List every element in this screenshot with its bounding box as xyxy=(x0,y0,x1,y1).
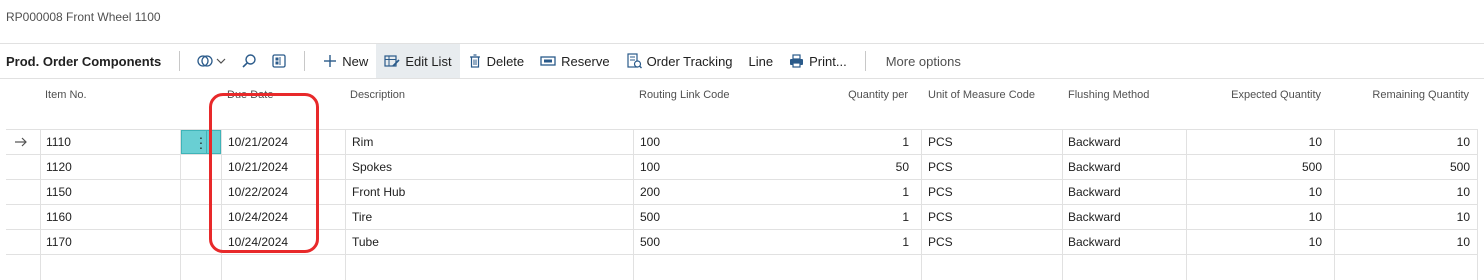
new-button[interactable]: New xyxy=(315,44,376,78)
more-vertical-icon: · · · xyxy=(198,129,204,155)
item-no-cell[interactable]: 1110 xyxy=(46,130,71,155)
column-header-routing-link-code[interactable]: Routing Link Code xyxy=(639,89,730,101)
page-title: RP000008 Front Wheel 1100 xyxy=(6,10,161,24)
reserve-button[interactable]: Reserve xyxy=(532,44,617,78)
due-date-cell[interactable]: 10/24/2024 xyxy=(228,230,288,255)
row-actions-button[interactable]: · · · xyxy=(181,130,221,154)
expected-quantity-cell[interactable]: 500 xyxy=(1236,155,1322,180)
item-no-cell[interactable]: 1170 xyxy=(46,230,72,255)
printer-icon xyxy=(790,54,804,68)
column-header-description[interactable]: Description xyxy=(350,89,405,101)
expected-quantity-cell[interactable]: 10 xyxy=(1236,130,1322,155)
column-header-flushing-method[interactable]: Flushing Method xyxy=(1068,89,1149,101)
due-date-cell[interactable]: 10/21/2024 xyxy=(228,130,288,155)
expected-quantity-cell[interactable]: 10 xyxy=(1236,230,1322,255)
edit-list-button-label: Edit List xyxy=(405,53,452,69)
due-date-cell[interactable]: 10/22/2024 xyxy=(228,180,288,205)
quantity-per-cell[interactable]: 50 xyxy=(846,155,909,180)
edit-list-icon xyxy=(384,55,400,67)
page: RP000008 Front Wheel 1100 Prod. Order Co… xyxy=(0,0,1484,280)
flushing-method-cell[interactable]: Backward xyxy=(1068,180,1121,205)
uom-code-cell[interactable]: PCS xyxy=(928,205,953,230)
column-header-item-no[interactable]: Item No. xyxy=(45,89,87,101)
view-icon xyxy=(197,55,226,67)
uom-code-cell[interactable]: PCS xyxy=(928,180,953,205)
description-cell[interactable]: Tube xyxy=(352,230,379,255)
remaining-quantity-cell[interactable]: 10 xyxy=(1386,180,1470,205)
routing-link-code-cell[interactable]: 100 xyxy=(640,155,660,180)
routing-link-code-cell[interactable]: 500 xyxy=(640,230,660,255)
uom-code-cell[interactable]: PCS xyxy=(928,155,953,180)
edit-list-button[interactable]: Edit List xyxy=(376,44,460,78)
reserve-icon xyxy=(540,56,556,66)
due-date-cell[interactable]: 10/24/2024 xyxy=(228,205,288,230)
row-actions-divider xyxy=(206,131,207,153)
uom-code-cell[interactable]: PCS xyxy=(928,130,953,155)
order-tracking-button[interactable]: Order Tracking xyxy=(618,44,741,78)
personalize-button[interactable] xyxy=(190,44,234,78)
remaining-quantity-cell[interactable]: 10 xyxy=(1386,230,1470,255)
column-header-remaining-quantity[interactable]: Remaining Quantity xyxy=(1340,89,1469,101)
flushing-method-cell[interactable]: Backward xyxy=(1068,130,1121,155)
filter-pane-button[interactable] xyxy=(264,44,294,78)
reserve-button-label: Reserve xyxy=(561,53,610,69)
column-header-unit-of-measure-code[interactable]: Unit of Measure Code xyxy=(928,89,1035,101)
table-row[interactable]: 1110 10/21/2024 Rim 100 1 PCS Backward 1… xyxy=(6,129,1478,154)
routing-link-code-cell[interactable]: 500 xyxy=(640,205,660,230)
quantity-per-cell[interactable]: 1 xyxy=(846,180,909,205)
remaining-quantity-cell[interactable]: 500 xyxy=(1386,155,1470,180)
action-bar: Prod. Order Components New Edit List Del… xyxy=(0,43,1484,79)
print-button-label: Print... xyxy=(809,53,847,69)
table-row[interactable]: 1150 10/22/2024 Front Hub 200 1 PCS Back… xyxy=(6,179,1478,204)
flushing-method-cell[interactable]: Backward xyxy=(1068,230,1121,255)
order-tracking-button-label: Order Tracking xyxy=(646,53,733,69)
order-tracking-icon xyxy=(626,53,642,69)
column-header-expected-quantity[interactable]: Expected Quantity xyxy=(1190,89,1321,101)
quantity-per-cell[interactable]: 1 xyxy=(846,130,909,155)
toolbar-divider xyxy=(179,51,181,71)
trash-icon xyxy=(469,54,480,68)
part-caption: Prod. Order Components xyxy=(6,53,162,69)
table-row[interactable]: 1170 10/24/2024 Tube 500 1 PCS Backward … xyxy=(6,229,1478,254)
column-header-due-date[interactable]: Due Date xyxy=(227,89,273,101)
toolbar-divider xyxy=(304,51,306,71)
description-cell[interactable]: Tire xyxy=(352,205,372,230)
table-row[interactable]: 1120 10/21/2024 Spokes 100 50 PCS Backwa… xyxy=(6,154,1478,179)
plus-icon xyxy=(324,55,337,67)
routing-link-code-cell[interactable]: 100 xyxy=(640,130,660,155)
item-no-cell[interactable]: 1150 xyxy=(46,180,72,205)
delete-button[interactable]: Delete xyxy=(460,44,533,78)
new-button-label: New xyxy=(342,53,369,69)
expected-quantity-cell[interactable]: 10 xyxy=(1236,205,1322,230)
uom-code-cell[interactable]: PCS xyxy=(928,230,953,255)
flushing-method-cell[interactable]: Backward xyxy=(1068,155,1121,180)
quantity-per-cell[interactable]: 1 xyxy=(846,205,909,230)
delete-button-label: Delete xyxy=(486,53,525,69)
remaining-quantity-cell[interactable]: 10 xyxy=(1386,130,1470,155)
quantity-per-cell[interactable]: 1 xyxy=(846,230,909,255)
description-cell[interactable]: Spokes xyxy=(352,155,392,180)
item-no-cell[interactable]: 1120 xyxy=(46,155,72,180)
table-row[interactable]: 1160 10/24/2024 Tire 500 1 PCS Backward … xyxy=(6,204,1478,229)
column-header-quantity-per[interactable]: Quantity per xyxy=(800,89,908,101)
item-no-cell[interactable]: 1160 xyxy=(46,205,72,230)
line-menu-button[interactable]: Line xyxy=(741,44,782,78)
empty-new-row[interactable] xyxy=(6,254,1478,279)
search-icon xyxy=(242,54,256,68)
flushing-method-cell[interactable]: Backward xyxy=(1068,205,1121,230)
filter-pane-icon xyxy=(272,54,286,68)
description-cell[interactable]: Rim xyxy=(352,130,373,155)
search-button[interactable] xyxy=(234,44,264,78)
print-button[interactable]: Print... xyxy=(781,44,855,78)
due-date-cell[interactable]: 10/21/2024 xyxy=(228,155,288,180)
current-row-arrow-icon xyxy=(15,137,27,147)
more-options-button[interactable]: More options xyxy=(876,54,971,69)
remaining-quantity-cell[interactable]: 10 xyxy=(1386,205,1470,230)
line-menu-label: Line xyxy=(748,53,774,69)
routing-link-code-cell[interactable]: 200 xyxy=(640,180,660,205)
expected-quantity-cell[interactable]: 10 xyxy=(1236,180,1322,205)
toolbar-divider xyxy=(864,51,866,71)
description-cell[interactable]: Front Hub xyxy=(352,180,405,205)
